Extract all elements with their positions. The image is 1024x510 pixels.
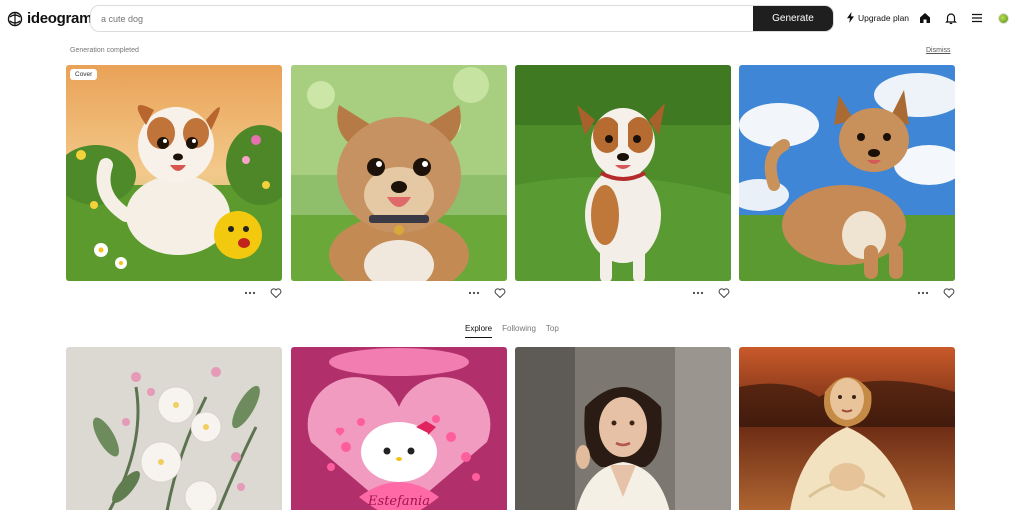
upgrade-plan-button[interactable]: Upgrade plan (846, 12, 909, 23)
lightning-icon (847, 12, 854, 23)
generated-image-1[interactable]: Cover (66, 65, 282, 281)
app-name: ideogram (27, 10, 93, 27)
dismiss-link[interactable]: Dismiss (926, 47, 951, 54)
image-actions-2 (468, 287, 506, 299)
cover-badge: Cover (70, 69, 98, 80)
explore-image-2[interactable]: Estefania (291, 347, 507, 510)
tab-explore[interactable]: Explore (465, 324, 493, 338)
explore-image-1[interactable] (66, 347, 282, 510)
heart-icon[interactable] (943, 287, 955, 299)
heart-icon[interactable] (718, 287, 730, 299)
prompt-input[interactable] (91, 6, 753, 31)
bell-icon[interactable] (944, 11, 958, 25)
more-options-icon[interactable] (468, 287, 480, 299)
image-actions-1 (244, 287, 282, 299)
menu-icon[interactable] (970, 11, 984, 25)
generation-status: Generation completed (70, 47, 139, 54)
upgrade-plan-label: Upgrade plan (858, 12, 910, 23)
top-bar: ideogram Generate Upgrade plan (0, 0, 1024, 38)
more-options-icon[interactable] (244, 287, 256, 299)
heart-icon[interactable] (270, 287, 282, 299)
feed-tabs: Explore Following Top (465, 324, 559, 338)
avatar[interactable] (998, 13, 1009, 24)
image-actions-4 (917, 287, 955, 299)
image-actions-3 (692, 287, 730, 299)
ideogram-logo-icon (7, 11, 23, 26)
generated-image-3[interactable] (515, 65, 731, 281)
explore-image-3[interactable] (515, 347, 731, 510)
generated-image-4[interactable] (739, 65, 955, 281)
home-icon[interactable] (918, 11, 932, 25)
balloon-text: Estefania (367, 494, 430, 509)
generated-image-2[interactable] (291, 65, 507, 281)
more-options-icon[interactable] (917, 287, 929, 299)
logo[interactable]: ideogram (7, 10, 92, 27)
tab-following[interactable]: Following (502, 324, 536, 338)
prompt-box: Generate (90, 5, 834, 32)
more-options-icon[interactable] (692, 287, 704, 299)
heart-icon[interactable] (494, 287, 506, 299)
tab-top[interactable]: Top (546, 324, 559, 338)
generate-button[interactable]: Generate (753, 6, 833, 31)
explore-image-4[interactable] (739, 347, 955, 510)
